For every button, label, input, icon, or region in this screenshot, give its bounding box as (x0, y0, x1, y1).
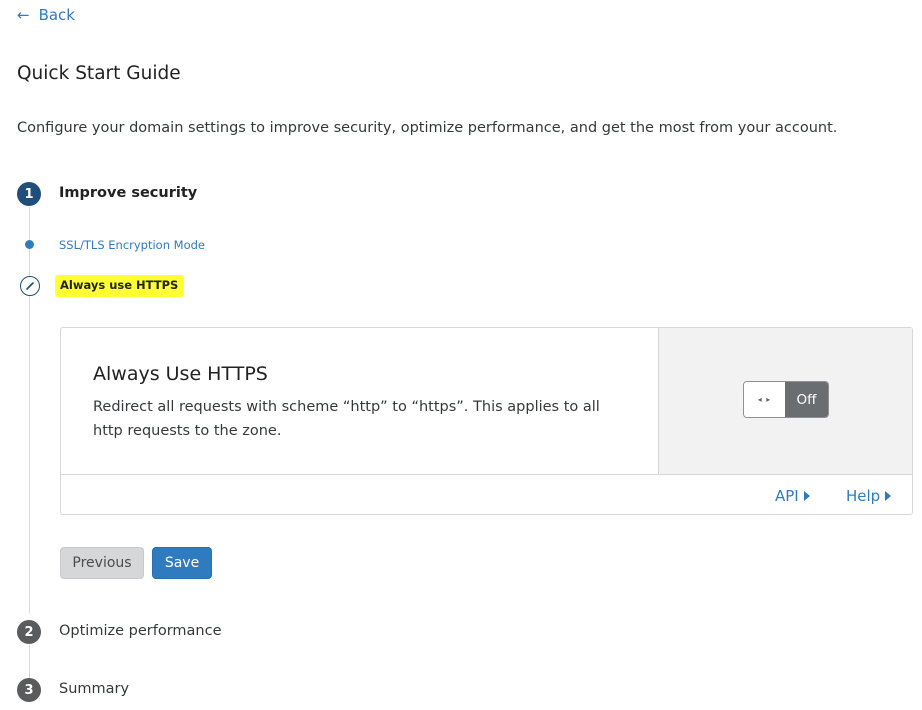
setting-description: Redirect all requests with scheme “http”… (93, 399, 600, 439)
pencil-icon (20, 276, 40, 296)
page-title: Quick Start Guide (17, 63, 181, 84)
step-2-number: 2 (17, 620, 41, 644)
step-3-label[interactable]: Summary (59, 681, 129, 697)
substep-always-use-https[interactable]: Always use HTTPS (55, 275, 185, 297)
save-button[interactable]: Save (152, 547, 212, 579)
page-description: Configure your domain settings to improv… (17, 120, 838, 136)
substep-ssl-tls[interactable]: SSL/TLS Encryption Mode (59, 238, 205, 252)
api-link[interactable]: API (775, 487, 810, 505)
back-link[interactable]: ← Back (17, 6, 75, 24)
substep-complete-dot-icon (25, 240, 34, 249)
step-1-number: 1 (17, 182, 41, 206)
caret-right-icon (885, 491, 892, 501)
always-use-https-toggle[interactable]: ◂ ▸ Off (743, 381, 829, 418)
setting-card: Always Use HTTPS Redirect all requests w… (60, 327, 913, 515)
api-link-label: API (775, 487, 799, 505)
back-arrow-icon: ← (17, 5, 30, 24)
stepper-line (29, 207, 30, 613)
setting-card-body: Always Use HTTPS Redirect all requests w… (61, 328, 658, 474)
previous-button[interactable]: Previous (60, 547, 144, 579)
setting-title: Always Use HTTPS (93, 363, 268, 385)
setting-control-panel: ◂ ▸ Off (658, 328, 912, 474)
help-link[interactable]: Help (846, 487, 892, 505)
help-link-label: Help (846, 487, 881, 505)
step-1-label: Improve security (59, 185, 198, 201)
caret-right-icon (803, 491, 810, 501)
toggle-state-label: Off (785, 382, 828, 417)
setting-card-footer: API Help (61, 474, 912, 514)
step-3-number: 3 (17, 678, 41, 702)
step-2-label[interactable]: Optimize performance (59, 623, 222, 639)
back-label: Back (38, 6, 75, 24)
stepper-line (29, 645, 30, 678)
toggle-knob-arrows-icon: ◂ ▸ (744, 382, 785, 417)
